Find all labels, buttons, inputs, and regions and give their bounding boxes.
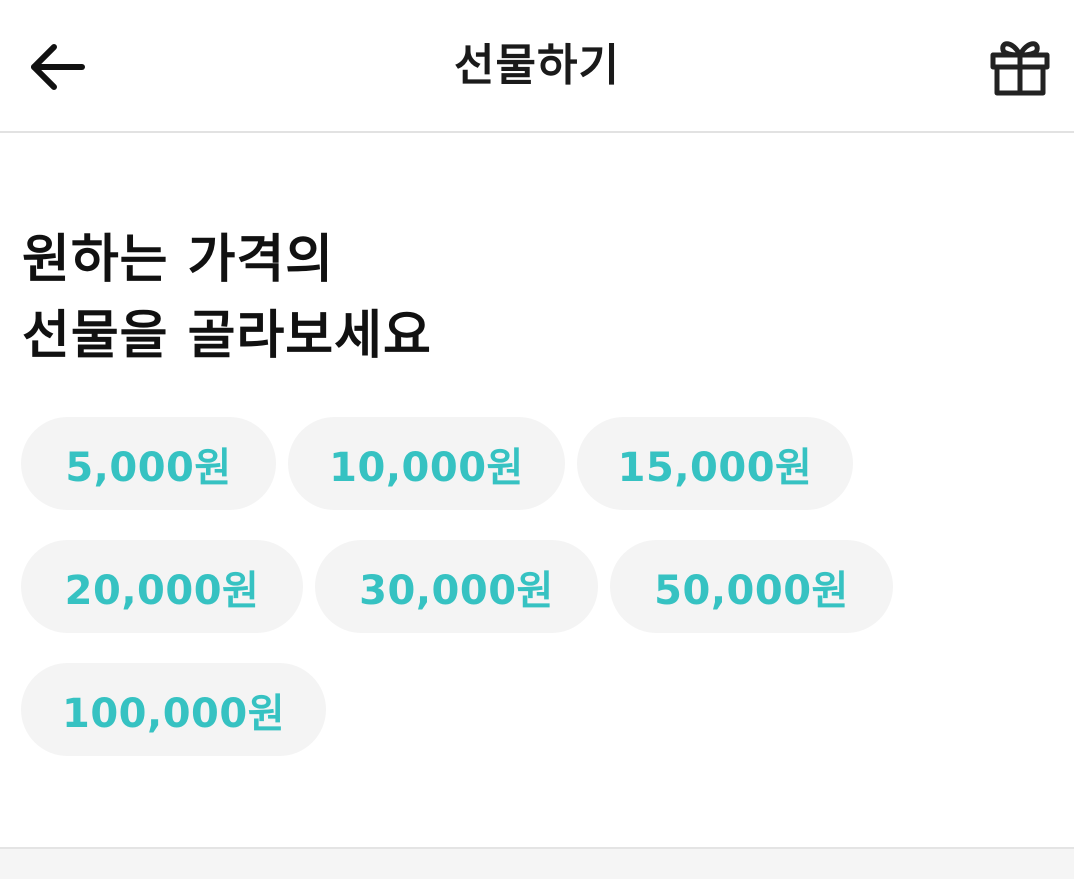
price-chip-row: 20,000원 30,000원 50,000원 [21,540,1041,633]
gift-icon [990,41,1050,96]
page-title: 선물하기 [454,40,620,91]
price-chip-list: 5,000원 10,000원 15,000원 20,000원 30,000원 5… [21,417,1041,786]
price-chip-15000[interactable]: 15,000원 [577,417,853,510]
gift-box-button[interactable] [984,30,1056,102]
gift-price-page: 선물하기 원하는 가격의 선물을 골라보세요 5,000원 10,000원 15… [0,0,1074,879]
price-chip-row: 5,000원 10,000원 15,000원 [21,417,1041,510]
top-navigation-bar: 선물하기 [0,0,1074,133]
price-chip-5000[interactable]: 5,000원 [21,417,276,510]
back-button[interactable] [22,32,92,102]
price-chip-50000[interactable]: 50,000원 [610,540,893,633]
bottom-section-divider [0,847,1074,879]
price-chip-row: 100,000원 [21,663,1041,756]
arrow-left-icon [31,44,85,90]
price-chip-100000[interactable]: 100,000원 [21,663,326,756]
price-chip-20000[interactable]: 20,000원 [21,540,303,633]
price-chip-10000[interactable]: 10,000원 [288,417,565,510]
headline-line-2: 선물을 골라보세요 [22,306,432,366]
price-chip-30000[interactable]: 30,000원 [315,540,598,633]
headline-line-1: 원하는 가격의 [22,230,335,290]
price-selection-headline: 원하는 가격의 선물을 골라보세요 [22,222,432,374]
